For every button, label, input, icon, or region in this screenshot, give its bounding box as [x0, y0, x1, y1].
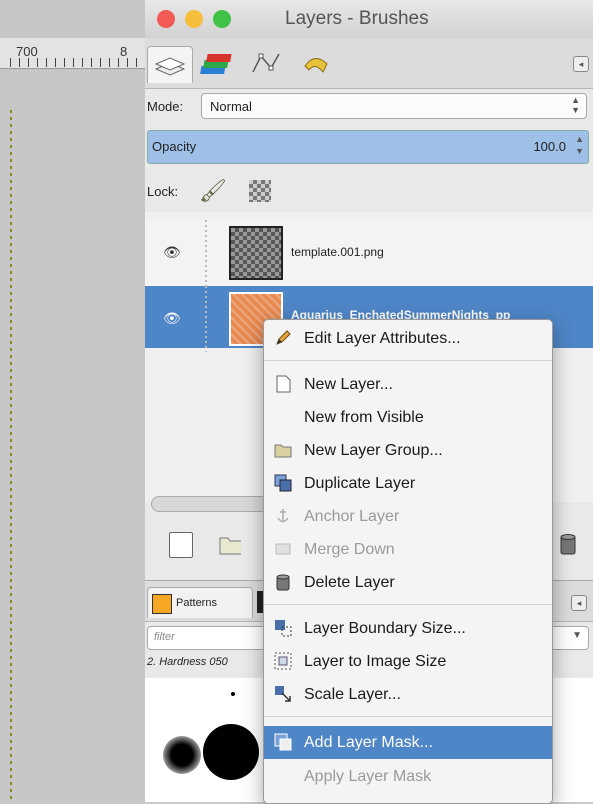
boundary-icon	[275, 620, 292, 637]
opacity-slider[interactable]: Opacity 100.0 ▲ ▼	[147, 130, 589, 164]
image-canvas[interactable]: 700 8	[0, 0, 145, 802]
menu-item-label: Edit Layer Attributes...	[304, 330, 461, 347]
merge-icon	[275, 543, 291, 555]
tab-undo-history[interactable]	[295, 46, 335, 82]
patterns-icon	[152, 594, 172, 614]
opacity-label: Opacity	[152, 139, 197, 154]
menu-item-anchor-layer: Anchor Layer	[264, 500, 552, 533]
filter-placeholder: filter	[154, 631, 175, 643]
anchor-icon	[277, 509, 289, 523]
menu-item-label: Anchor Layer	[304, 508, 400, 525]
ruler-label: 8	[120, 44, 128, 59]
menu-item-new-layer[interactable]: New Layer...	[264, 368, 552, 401]
tab-menu-button[interactable]: ◂	[573, 56, 589, 72]
layer-row[interactable]: 👁 template.001.png	[145, 220, 593, 286]
scale-icon	[275, 686, 291, 702]
menu-item-scale-layer[interactable]: Scale Layer...	[264, 678, 552, 711]
new-group-folder-icon[interactable]	[219, 532, 241, 556]
pencil-icon	[276, 330, 291, 345]
mode-value: Normal	[210, 99, 252, 114]
new-page-icon	[276, 375, 291, 393]
brush-tip-pixel[interactable]	[231, 692, 235, 696]
ruler-ticks	[10, 58, 140, 67]
duplicate-icon	[274, 474, 292, 492]
tab-menu-button[interactable]: ◂	[571, 595, 587, 611]
menu-item-label: Layer Boundary Size...	[304, 620, 466, 637]
mode-row: Mode: Normal ▲ ▼	[145, 88, 593, 124]
menu-item-label: Delete Layer	[304, 574, 395, 591]
opacity-value: 100.0	[533, 139, 566, 154]
horizontal-ruler: 700 8	[0, 38, 145, 69]
mode-dropdown[interactable]: Normal ▲ ▼	[201, 93, 587, 119]
menu-separator	[264, 716, 552, 717]
menu-separator	[264, 604, 552, 605]
menu-item-delete-layer[interactable]: Delete Layer	[264, 566, 552, 599]
close-window-button[interactable]	[157, 10, 175, 28]
lock-label: Lock:	[147, 184, 179, 199]
chain-link-toggle[interactable]	[205, 220, 207, 286]
layer-thumbnail	[229, 226, 283, 280]
lock-alpha-checker-icon[interactable]	[249, 180, 271, 202]
menu-item-layer-boundary-size[interactable]: Layer Boundary Size...	[264, 612, 552, 645]
folder-icon	[274, 444, 292, 458]
menu-item-apply-layer-mask: Apply Layer Mask	[264, 760, 552, 793]
dock-tab-bar: ◂	[145, 38, 593, 89]
delete-layer-trash-icon[interactable]	[557, 532, 579, 556]
undo-history-icon	[304, 58, 328, 73]
layers-icon	[154, 57, 186, 76]
window-title: Layers - Brushes	[285, 8, 429, 29]
chain-link-toggle[interactable]	[205, 286, 207, 352]
channels-icon	[200, 54, 232, 74]
layer-boundary-marquee	[10, 110, 12, 802]
brush-name: 2. Hardness 050	[147, 656, 228, 668]
menu-separator	[264, 360, 552, 361]
menu-item-label: Layer to Image Size	[304, 653, 447, 670]
visibility-eye-icon[interactable]: 👁	[163, 310, 181, 327]
new-layer-icon[interactable]	[169, 532, 193, 558]
trash-icon	[276, 574, 290, 591]
menu-item-label: Add Layer Mask...	[304, 734, 433, 751]
layer-to-image-icon	[274, 652, 292, 670]
menu-item-label: New from Visible	[304, 409, 424, 426]
menu-item-label: New Layer...	[304, 376, 393, 393]
tab-paths[interactable]	[245, 46, 285, 82]
menu-item-layer-to-image-size[interactable]: Layer to Image Size	[264, 645, 552, 678]
menu-item-label: Scale Layer...	[304, 686, 401, 703]
mask-icon	[274, 733, 292, 751]
menu-item-label: Duplicate Layer	[304, 475, 416, 492]
menu-item-add-layer-mask[interactable]: Add Layer Mask...	[264, 726, 552, 759]
tab-layers[interactable]	[147, 46, 193, 83]
tab-patterns[interactable]: Patterns	[147, 587, 253, 618]
lock-pixels-brush-icon[interactable]: 🖌	[199, 178, 227, 204]
visibility-eye-icon[interactable]: 👁	[163, 244, 181, 261]
ruler-label: 700	[16, 44, 38, 59]
mode-label: Mode:	[147, 99, 184, 114]
maximize-window-button[interactable]	[213, 10, 231, 28]
tab-channels[interactable]	[197, 46, 237, 82]
spin-arrows-icon[interactable]: ▲ ▼	[575, 133, 584, 157]
select-arrows-icon: ▲ ▼	[571, 95, 580, 115]
menu-item-label: Merge Down	[304, 541, 395, 558]
patterns-tab-label: Patterns	[176, 597, 217, 609]
menu-item-label: Apply Layer Mask	[304, 768, 432, 785]
menu-item-edit-layer-attributes[interactable]: Edit Layer Attributes...	[264, 322, 552, 355]
menu-item-merge-down: Merge Down	[264, 533, 552, 566]
menu-item-new-layer-group[interactable]: New Layer Group...	[264, 434, 552, 467]
layer-name[interactable]: template.001.png	[291, 245, 384, 259]
lock-row: Lock: 🖌	[145, 168, 593, 213]
title-bar[interactable]: Layers - Brushes	[145, 0, 593, 39]
paths-icon	[252, 53, 280, 73]
chevron-down-icon[interactable]: ▼	[572, 630, 582, 641]
brush-tip-hard[interactable]	[203, 724, 259, 780]
layer-context-menu: Edit Layer Attributes... New Layer... Ne…	[263, 319, 553, 804]
menu-item-new-from-visible[interactable]: New from Visible	[264, 401, 552, 434]
menu-item-duplicate-layer[interactable]: Duplicate Layer	[264, 467, 552, 500]
menu-item-label: New Layer Group...	[304, 442, 443, 459]
brush-tip-soft[interactable]	[163, 736, 201, 774]
minimize-window-button[interactable]	[185, 10, 203, 28]
